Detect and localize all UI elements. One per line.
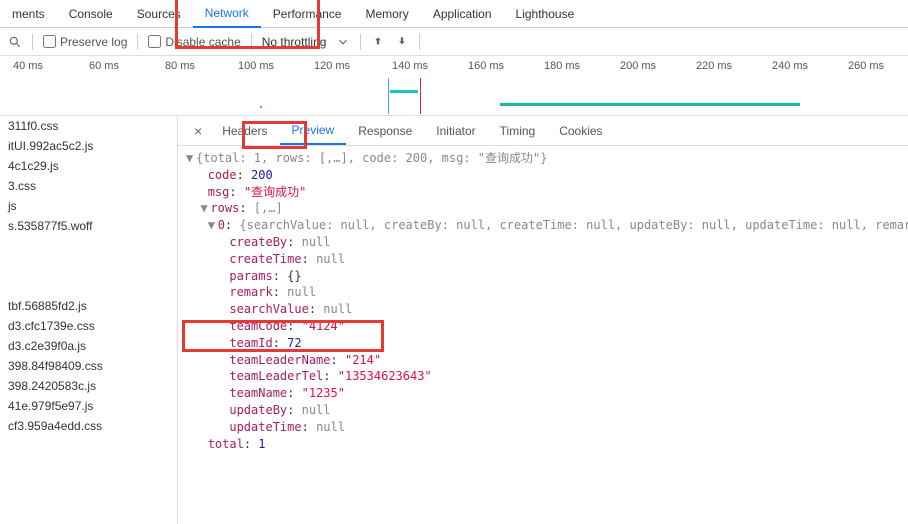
request-row[interactable]: tbf.56885fd2.js	[0, 296, 177, 316]
json-preview[interactable]: ▼{total: 1, rows: [,…], code: 200, msg: …	[178, 146, 908, 524]
disable-cache-label: Disable cache	[165, 35, 240, 49]
preserve-log-label: Preserve log	[60, 35, 127, 49]
timeline-tick-label: 160 ms	[468, 60, 504, 72]
tab-preview[interactable]: Preview	[280, 117, 347, 145]
chevron-down-icon[interactable]	[336, 35, 350, 49]
upload-icon[interactable]	[371, 35, 385, 49]
json-teamCode: 4124	[309, 319, 338, 333]
json-root-summary: {total: 1, rows: [,…], code: 200, msg: "…	[196, 151, 547, 165]
timeline-tick-label: 200 ms	[620, 60, 656, 72]
json-rows-summary: [,…]	[254, 201, 283, 215]
tab-headers[interactable]: Headers	[210, 118, 279, 144]
tab-lighthouse[interactable]: Lighthouse	[504, 1, 587, 27]
json-params: {}	[287, 269, 301, 283]
tab-application[interactable]: Application	[421, 1, 504, 27]
download-icon[interactable]	[395, 35, 409, 49]
request-row[interactable]: 398.84f98409.css	[0, 356, 177, 376]
request-row[interactable]: s.535877f5.woff	[0, 216, 177, 236]
timeline-tick-label: 60 ms	[89, 60, 119, 72]
network-toolbar: Preserve log Disable cache No throttling	[0, 28, 908, 56]
request-row[interactable]: d3.c2e39f0a.js	[0, 336, 177, 356]
timeline-tick-label: 140 ms	[392, 60, 428, 72]
timeline-overview[interactable]: 40 ms 60 ms 80 ms 100 ms 120 ms 140 ms 160 ms 1…	[0, 56, 908, 116]
json-createBy: null	[302, 235, 331, 249]
tab-initiator[interactable]: Initiator	[424, 118, 487, 144]
json-searchValue: null	[323, 302, 352, 316]
timeline-tick-label: 240 ms	[772, 60, 808, 72]
json-teamLeaderName: 214	[352, 353, 374, 367]
request-row[interactable]: 398.2420583c.js	[0, 376, 177, 396]
tab-cookies[interactable]: Cookies	[547, 118, 614, 144]
request-row[interactable]: 41e.979f5e97.js	[0, 396, 177, 416]
request-row[interactable]	[0, 236, 177, 256]
tab-console[interactable]: Console	[57, 1, 125, 27]
timeline-tick-label: 40 ms	[13, 60, 43, 72]
timeline-tick-label: 180 ms	[544, 60, 580, 72]
tab-performance[interactable]: Performance	[261, 1, 354, 27]
request-row[interactable]	[0, 276, 177, 296]
tab-timing[interactable]: Timing	[488, 118, 548, 144]
detail-tabs: × Headers Preview Response Initiator Tim…	[178, 116, 908, 146]
tab-memory[interactable]: Memory	[353, 1, 420, 27]
request-row[interactable]: 3.css	[0, 176, 177, 196]
json-row0-summary: {searchValue: null, createBy: null, crea…	[239, 218, 908, 232]
request-row[interactable]: 4c1c29.js	[0, 156, 177, 176]
request-row[interactable]: d3.cfc1739e.css	[0, 316, 177, 336]
request-row[interactable]: cf3.959a4edd.css	[0, 416, 177, 436]
json-createTime: null	[316, 252, 345, 266]
tab-elements[interactable]: ments	[0, 1, 57, 27]
json-total: 1	[258, 437, 265, 451]
json-code-value: 200	[251, 168, 273, 182]
tab-sources[interactable]: Sources	[125, 1, 193, 27]
tab-response[interactable]: Response	[346, 118, 424, 144]
json-updateBy: null	[302, 403, 331, 417]
timeline-tick-label: 100 ms	[238, 60, 274, 72]
json-teamId: 72	[287, 336, 301, 350]
request-row[interactable]	[0, 256, 177, 276]
json-teamName: 1235	[309, 386, 338, 400]
request-list[interactable]: 311f0.cssitUI.992ac5c2.js4c1c29.js3.cssj…	[0, 116, 178, 524]
request-detail-panel: × Headers Preview Response Initiator Tim…	[178, 116, 908, 524]
request-row[interactable]: itUI.992ac5c2.js	[0, 136, 177, 156]
request-row[interactable]: js	[0, 196, 177, 216]
tab-network[interactable]: Network	[193, 0, 261, 28]
json-teamLeaderTel: 13534623643	[345, 369, 424, 383]
request-row[interactable]: 311f0.css	[0, 116, 177, 136]
throttling-select[interactable]: No throttling	[262, 35, 327, 49]
timeline-tick-label: 260 ms	[848, 60, 884, 72]
devtools-panel-tabs: ments Console Sources Network Performanc…	[0, 0, 908, 28]
json-msg-value: 查询成功	[251, 185, 299, 199]
timeline-tick-label: 220 ms	[696, 60, 732, 72]
disable-cache-checkbox[interactable]: Disable cache	[148, 35, 240, 49]
close-icon[interactable]: ×	[186, 123, 210, 139]
timeline-tick-label: 80 ms	[165, 60, 195, 72]
search-icon[interactable]	[8, 35, 22, 49]
preserve-log-checkbox[interactable]: Preserve log	[43, 35, 127, 49]
json-remark: null	[287, 285, 316, 299]
json-updateTime: null	[316, 420, 345, 434]
timeline-tick-label: 120 ms	[314, 60, 350, 72]
